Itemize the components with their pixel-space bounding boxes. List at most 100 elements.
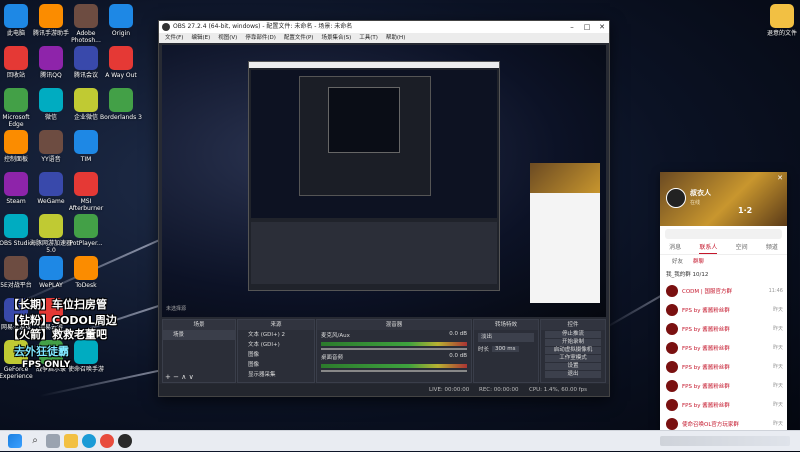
app-icon	[74, 4, 98, 28]
qq-username: 叔衣人	[690, 189, 711, 197]
desktop-icon[interactable]: ToDesk	[64, 256, 108, 289]
duration-field[interactable]: 300 ms	[492, 346, 519, 352]
menu-tools[interactable]: 工具(T)	[359, 33, 378, 43]
obs-titlebar[interactable]: OBS 27.2.4 (64-bit, windows) - 配置文件: 未命名…	[159, 21, 609, 33]
contact-row[interactable]: FPS by 酱酱粉丝群 昨天	[660, 338, 787, 357]
add-scene-button[interactable]: +	[165, 373, 171, 381]
app-icon	[39, 130, 63, 154]
source-item[interactable]: 显示器采集	[238, 370, 314, 380]
contact-row[interactable]: FPS by 酱酱粉丝群 昨天	[660, 357, 787, 376]
menu-help[interactable]: 帮助(H)	[386, 33, 405, 43]
app-icon	[39, 256, 63, 280]
volume-slider[interactable]	[321, 348, 467, 350]
desktop-icon[interactable]: MSI Afterburner	[64, 172, 108, 212]
contact-avatar	[666, 360, 678, 373]
obs-title: OBS 27.2.4 (64-bit, windows) - 配置文件: 未命名…	[173, 23, 353, 30]
virtual-camera-button[interactable]: 启动虚拟摄像机	[545, 347, 601, 354]
minimize-button[interactable]: –	[565, 21, 579, 33]
obs-preview[interactable]: 未选择源	[162, 45, 606, 317]
sources-panel: 来源 文本 (GDI+) 2 文本 (GDI+) 图像 图像 显示器采集	[237, 319, 315, 383]
scene-item[interactable]: 场景	[163, 330, 235, 340]
contact-time: 昨天	[772, 421, 783, 427]
maximize-button[interactable]: □	[580, 21, 594, 33]
qq-close-icon[interactable]: ✕	[777, 174, 783, 182]
menu-docks[interactable]: 停靠部件(D)	[245, 33, 276, 43]
qq-status[interactable]: 在线	[690, 199, 700, 206]
edge-taskbar-icon[interactable]	[82, 434, 96, 448]
desktop-icon[interactable]: TIM	[64, 130, 108, 163]
app-icon	[39, 88, 63, 112]
volume-meter	[321, 364, 467, 368]
settings-button[interactable]: 设置	[545, 363, 601, 370]
exit-button[interactable]: 退出	[545, 371, 601, 378]
qq-window[interactable]: 叔衣人 在线 1·2 ✕ 消息 联系人 空间 频道 好友 群聊 我_我的群 10…	[660, 172, 787, 449]
menu-scene-collection[interactable]: 场景集合(S)	[321, 33, 351, 43]
scene-up-button[interactable]: ∧	[181, 373, 186, 381]
desktop-icon-folder[interactable]: 退意的文件	[760, 4, 800, 37]
contact-list: CODM | 国服官方群 11:46 FPS by 酱酱粉丝群 昨天 FPS by 酱酱…	[660, 281, 787, 452]
close-button[interactable]: ✕	[595, 21, 609, 33]
scene-down-button[interactable]: ∨	[189, 373, 194, 381]
subtab-friends[interactable]: 好友	[672, 257, 683, 265]
desktop-icon[interactable]: 使命召唤手游	[64, 340, 108, 373]
overlay-line: FPS ONLY	[22, 360, 71, 370]
qq-taskbar-icon[interactable]	[100, 434, 114, 448]
menu-view[interactable]: 视图(V)	[218, 33, 237, 43]
obs-menubar: 文件(F) 编辑(E) 视图(V) 停靠部件(D) 配置文件(P) 场景集合(S…	[159, 33, 609, 43]
mixer-channel-db: 0.0 dB	[449, 331, 467, 337]
obs-window[interactable]: OBS 27.2.4 (64-bit, windows) - 配置文件: 未命名…	[158, 20, 610, 397]
task-view-icon[interactable]	[46, 434, 60, 448]
contact-avatar	[666, 398, 678, 411]
source-item[interactable]: 图像	[238, 360, 314, 370]
source-item[interactable]: 文本 (GDI+) 2	[238, 330, 314, 340]
contact-time: 昨天	[772, 345, 783, 351]
desktop-icon[interactable]: A Way Out	[99, 46, 143, 79]
studio-mode-button[interactable]: 工作室模式	[545, 355, 601, 362]
contact-row[interactable]: FPS by 酱酱粉丝群 昨天	[660, 319, 787, 338]
volume-slider[interactable]	[321, 370, 467, 372]
tab-channels[interactable]: 频道	[766, 242, 778, 254]
preview-label: 未选择源	[166, 306, 187, 312]
avatar[interactable]	[666, 188, 686, 208]
contact-row[interactable]: FPS by 酱酱粉丝群 昨天	[660, 300, 787, 319]
contact-time: 11:46	[768, 287, 783, 294]
source-item[interactable]: 文本 (GDI+)	[238, 340, 314, 350]
tab-messages[interactable]: 消息	[669, 242, 681, 254]
start-icon[interactable]	[8, 434, 22, 448]
qq-search-bar[interactable]	[665, 229, 782, 239]
desktop-icon[interactable]: PotPlayer...	[64, 214, 108, 247]
app-icon	[4, 4, 28, 28]
contact-avatar	[666, 379, 678, 392]
desktop-icon[interactable]: Origin	[99, 4, 143, 37]
contact-row[interactable]: CODM | 国服官方群 11:46	[660, 281, 787, 300]
tab-contacts[interactable]: 联系人	[699, 242, 718, 254]
rec-status: REC: 00:00:00	[479, 387, 519, 393]
menu-file[interactable]: 文件(F)	[165, 33, 183, 43]
contact-name: FPS by 酱酱粉丝群	[682, 326, 730, 333]
contact-row[interactable]: FPS by 酱酱粉丝群 昨天	[660, 376, 787, 395]
system-tray[interactable]	[660, 436, 790, 446]
obs-logo-icon	[162, 23, 170, 31]
group-header[interactable]: 我_我的群 10/12	[660, 267, 787, 281]
obs-taskbar-icon[interactable]	[118, 434, 132, 448]
subtab-groups[interactable]: 群聊	[693, 257, 704, 265]
search-icon[interactable]: ⌕	[28, 434, 42, 448]
menu-profile[interactable]: 配置文件(P)	[284, 33, 314, 43]
start-recording-button[interactable]: 开始录制	[545, 339, 601, 346]
menu-edit[interactable]: 编辑(E)	[191, 33, 210, 43]
desktop-icon[interactable]: Borderlands 3	[99, 88, 143, 121]
folder-icon	[770, 4, 794, 28]
source-item[interactable]: 图像	[238, 350, 314, 360]
contact-name: FPS by 酱酱粉丝群	[682, 345, 730, 352]
remove-scene-button[interactable]: −	[173, 373, 179, 381]
contact-row[interactable]: FPS by 酱酱粉丝群 昨天	[660, 395, 787, 414]
stop-streaming-button[interactable]: 停止推流	[545, 331, 601, 338]
file-explorer-icon[interactable]	[64, 434, 78, 448]
tab-space[interactable]: 空间	[736, 242, 748, 254]
app-icon	[4, 46, 28, 70]
contact-name: CODM | 国服官方群	[682, 288, 732, 295]
overlay-line: 【火箭】救救老董吧	[8, 328, 107, 341]
contact-time: 昨天	[772, 364, 783, 370]
transition-select[interactable]: 淡出	[478, 333, 534, 342]
contact-time: 昨天	[772, 326, 783, 332]
